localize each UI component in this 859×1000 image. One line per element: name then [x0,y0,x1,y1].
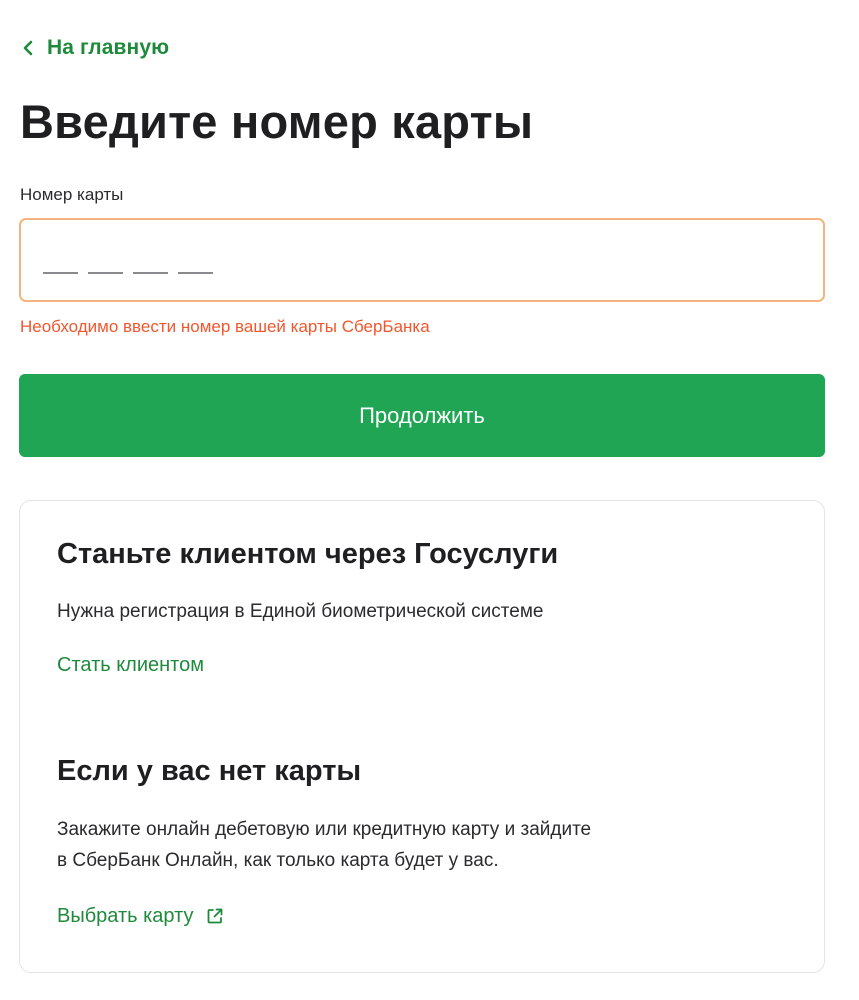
external-link-icon [206,907,224,925]
continue-button[interactable]: Продолжить [19,374,825,457]
become-client-link-label: Стать клиентом [57,654,204,676]
no-card-title: Если у вас нет карты [57,755,362,787]
chevron-left-icon [19,39,37,57]
gosuslugi-text: Нужна регистрация в Единой биометрическо… [57,601,544,622]
gosuslugi-title: Станьте клиентом через Госуслуги [57,538,559,570]
no-card-text-line: в СберБанк Онлайн, как только карта буде… [57,850,499,871]
choose-card-link-label: Выбрать карту [57,905,194,927]
card-number-label: Номер карты [20,185,124,204]
card-number-input[interactable] [21,220,823,300]
card-number-field [19,218,825,302]
become-client-link[interactable]: Стать клиентом [57,651,204,679]
choose-card-link[interactable]: Выбрать карту [57,902,224,930]
back-link-label: На главную [47,36,170,59]
page-title: Введите номер карты [20,95,534,148]
info-card: Станьте клиентом через Госуслуги Нужна р… [19,500,825,973]
no-card-text-line: Закажите онлайн дебетовую или кредитную … [57,819,592,840]
card-number-error: Необходимо ввести номер вашей карты Сбер… [20,317,430,336]
back-to-home-link[interactable]: На главную [19,34,169,62]
no-card-text: Закажите онлайн дебетовую или кредитную … [57,814,777,876]
